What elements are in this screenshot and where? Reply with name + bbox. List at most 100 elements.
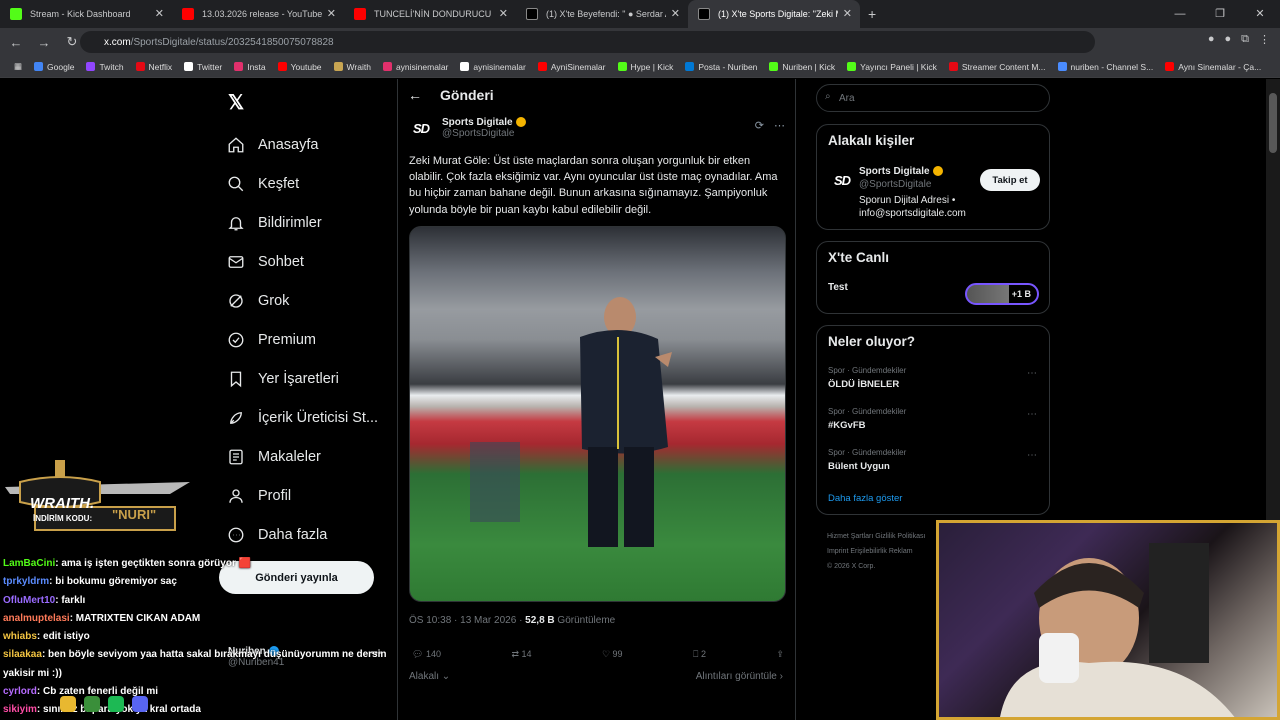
nav-explore[interactable]: Keşfet [226,164,378,203]
chrome-icon[interactable] [84,696,100,712]
footer-line[interactable]: Imprint Erişilebilirlik Reklam [827,544,925,559]
bookmark-item[interactable]: Insta [228,62,271,72]
nav-label: Grok [258,292,290,309]
quotes-label: Alıntıları görüntüle [695,671,777,682]
nav-messages[interactable]: Sohbet [226,242,378,281]
nav-notifications[interactable]: Bildirimler [226,203,378,242]
view-quotes-link[interactable]: Alıntıları görüntüle › [696,671,783,682]
browser-tab[interactable]: (1) X'te Beyefendi: " ● Serdar A ✕ [516,0,688,28]
trend-title: #KGvFB [828,420,866,431]
scrollbar-thumb[interactable] [1269,93,1277,153]
mail-icon [226,252,246,272]
bookmark-item[interactable]: Twitter [178,62,228,72]
close-icon[interactable]: ✕ [671,7,680,20]
tab-label: Stream - Kick Dashboard [30,9,131,19]
chat-text: : MATRIXTEN CIKAN ADAM [69,612,201,624]
author-name[interactable]: Sports Digitale [442,117,526,128]
live-item[interactable]: Test [828,282,848,293]
app-icon[interactable] [60,696,76,712]
bookmark-button[interactable]: ⎕ 2 [693,649,706,660]
youtube-favicon-icon [354,8,366,20]
nav-label: Yer İşaretleri [258,370,339,387]
discord-icon[interactable] [132,696,148,712]
maximize-icon[interactable]: ❐ [1200,0,1240,28]
bookmark-item[interactable]: Youtube [272,62,328,72]
bookmark-item[interactable]: Hype | Kick [612,62,680,72]
bookmark-item[interactable]: Netflix [130,62,179,72]
reply-button[interactable]: 💬︎ 140 [412,649,441,660]
bookmark-item[interactable]: Posta - Nuriben [679,62,763,72]
bookmark-item[interactable]: Aynı Sinemalar - Ça... [1159,62,1267,72]
share-icon[interactable]: ⇪ [776,649,784,660]
back-icon[interactable]: ← [4,35,28,50]
close-window-icon[interactable]: ✕ [1240,0,1280,28]
post-author[interactable]: SD Sports Digitale @SportsDigitale [410,117,526,139]
live-avatars[interactable]: +1 B [965,283,1039,305]
new-tab-button[interactable]: + [860,0,884,28]
bookmark-item[interactable]: AyniSinemalar [532,62,612,72]
x-logo-icon[interactable]: 𝕏 [228,90,244,115]
more-dots-icon[interactable]: ⋯ [1027,409,1037,420]
url-bar[interactable]: x.com/SportsDigitale/status/203254185007… [80,31,1095,53]
follow-button[interactable]: Takip et [980,169,1040,191]
repost-button[interactable]: ⇄ 14 [511,649,531,660]
bookmark-item[interactable]: aynisinemalar [377,62,454,72]
nav-profile[interactable]: Profil [226,476,378,515]
bookmark-item[interactable]: Google [28,62,80,72]
forward-icon[interactable]: → [32,35,56,50]
bookmark-item[interactable]: nuriben - Channel S... [1052,62,1160,72]
close-icon[interactable]: ✕ [499,7,508,20]
extension-icon[interactable]: ● [1208,33,1215,46]
extension-icon[interactable]: ● [1224,33,1231,46]
footer-line[interactable]: Hizmet Şartları Gizlilik Politikası [827,529,925,544]
bookmark-favicon-icon [537,62,547,71]
bookmark-item[interactable]: aynisinemalar [454,62,531,72]
repost-count: 14 [521,649,532,659]
browser-tab[interactable]: TUNCELİ'NİN DONDURUCU SO ✕ [344,0,516,28]
browser-tab-active[interactable]: (1) X'te Sports Digitale: "Zeki M ✕ [688,0,860,28]
grok-icon[interactable]: ⟳ [755,119,764,132]
tab-label: (1) X'te Sports Digitale: "Zeki M [718,9,838,19]
show-more-link[interactable]: Daha fazla göster [828,493,902,504]
trend-item[interactable]: Spor · Gündemdekiler #KGvFB [828,407,906,431]
nav-creator-studio[interactable]: İçerik Üreticisi St... [226,398,378,437]
post-image[interactable] [409,226,786,602]
nav-bookmarks[interactable]: Yer İşaretleri [226,359,378,398]
related-user[interactable]: Sports Digitale @SportsDigitale Sporun D… [859,166,979,220]
nav-articles[interactable]: Makaleler [226,437,378,476]
bookmark-item[interactable]: Twitch [80,62,129,72]
back-arrow-icon[interactable]: ← [408,87,422,103]
more-dots-icon[interactable]: ⋯ [1027,368,1037,379]
puzzle-icon[interactable]: ⧉ [1241,33,1249,46]
browser-tab[interactable]: 13.03.2026 release - YouTube ✕ [172,0,344,28]
close-icon[interactable]: ✕ [327,7,336,20]
bookmark-item[interactable]: Nuriben | Kick [763,62,841,72]
related-dropdown[interactable]: Alakalı ⌄ [409,671,450,682]
menu-icon[interactable]: ⋮ [1259,33,1270,46]
nav-label: Sohbet [258,253,304,270]
more-dots-icon[interactable]: ⋯ [1027,450,1037,461]
author-avatar[interactable]: SD [410,117,432,139]
close-icon[interactable]: ✕ [843,7,852,20]
trend-item[interactable]: Spor · Gündemdekiler Bülent Uygun [828,448,906,472]
close-icon[interactable]: ✕ [155,7,164,20]
apps-icon[interactable]: ▦ [8,61,28,72]
nav-more[interactable]: Daha fazla [226,515,378,554]
streamer-figure [1000,543,1235,717]
minimize-icon[interactable]: — [1160,0,1200,28]
bookmark-item[interactable]: Streamer Content M... [943,62,1052,72]
browser-tab[interactable]: Stream - Kick Dashboard ✕ [0,0,172,28]
more-dots-icon[interactable]: ⋯ [774,119,785,132]
related-avatar[interactable]: SD [831,169,853,191]
nav-grok[interactable]: Grok [226,281,378,320]
nav-home[interactable]: Anasayfa [226,125,378,164]
bookmark-item[interactable]: Yayıncı Paneli | Kick [841,62,943,72]
bookmark-favicon-icon [333,62,343,71]
nav-premium[interactable]: Premium [226,320,378,359]
trend-item[interactable]: Spor · Gündemdekiler ÖLDÜ İBNELER [828,366,906,390]
like-button[interactable]: ♡ 99 [602,649,623,660]
bookmark-item[interactable]: Wraith [328,62,377,72]
search-input[interactable]: ⌕ Ara [816,84,1050,112]
bookmark-label: Aynı Sinemalar - Ça... [1178,61,1262,72]
spotify-icon[interactable] [108,696,124,712]
